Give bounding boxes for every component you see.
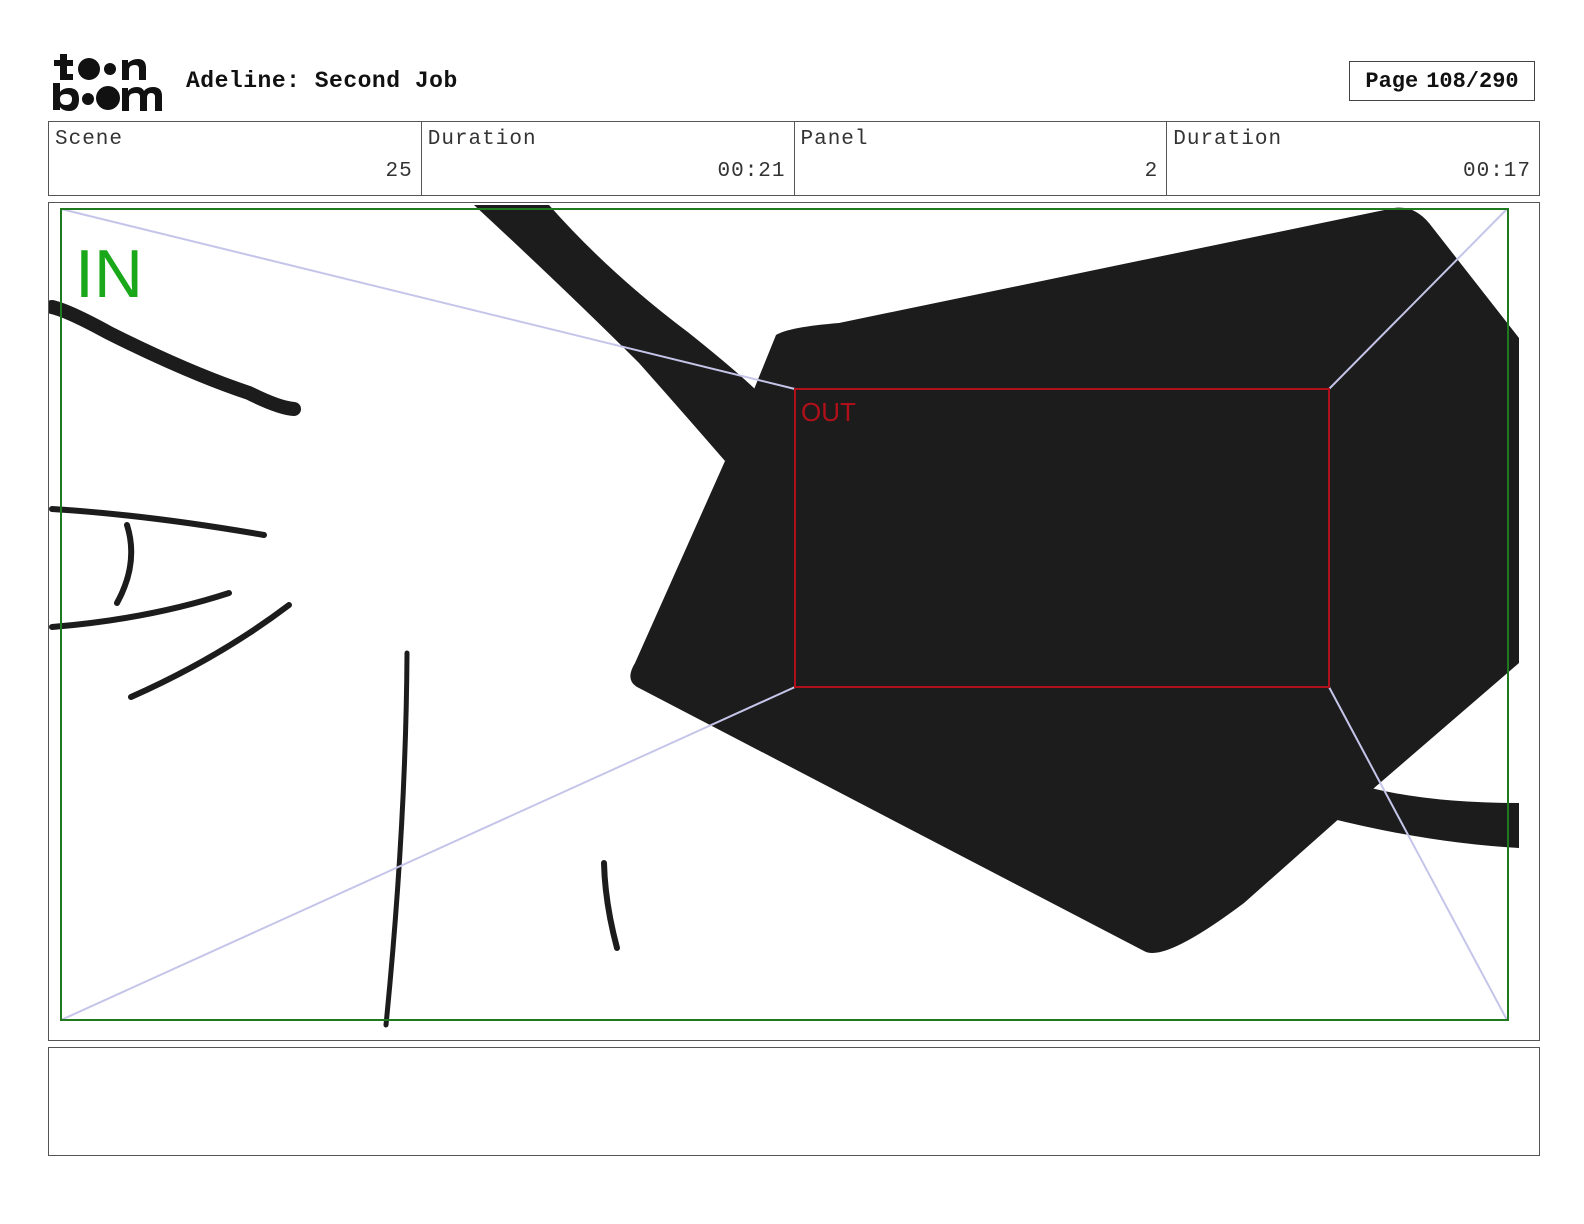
page-indicator: Page 108/290 bbox=[1349, 61, 1535, 101]
scene-duration-label: Duration bbox=[427, 128, 537, 151]
page-label: Page bbox=[1365, 68, 1419, 94]
scene-duration-value: 00:21 bbox=[717, 160, 786, 183]
panel-duration-value: 00:17 bbox=[1462, 160, 1531, 183]
scene-value: 25 bbox=[385, 160, 413, 183]
page-number: 108/290 bbox=[1426, 68, 1519, 94]
scene-duration-cell: Duration 00:21 bbox=[422, 122, 795, 195]
panel-duration-label: Duration bbox=[1173, 128, 1283, 151]
storyboard-panel: IN OUT bbox=[48, 202, 1540, 1041]
panel-label: Panel bbox=[800, 128, 869, 151]
panel-drawing: IN OUT bbox=[49, 205, 1519, 1028]
scene-label: Scene bbox=[55, 128, 124, 151]
toon-boom-logo bbox=[50, 50, 166, 114]
panel-notes-box[interactable] bbox=[48, 1047, 1540, 1156]
project-title: Adeline: Second Job bbox=[186, 68, 458, 94]
toon-boom-logo-icon bbox=[53, 54, 162, 111]
out-label: OUT bbox=[801, 397, 856, 427]
panel-duration-cell: Duration 00:17 bbox=[1167, 122, 1539, 195]
sketch-ink bbox=[474, 205, 1519, 954]
panel-info-row: Scene 25 Duration 00:21 Panel 2 Duration… bbox=[48, 121, 1540, 196]
sketch-strokes bbox=[49, 300, 620, 1028]
scene-cell: Scene 25 bbox=[49, 122, 422, 195]
panel-cell: Panel 2 bbox=[795, 122, 1168, 195]
in-label: IN bbox=[75, 236, 143, 312]
panel-value: 2 bbox=[1144, 160, 1159, 183]
